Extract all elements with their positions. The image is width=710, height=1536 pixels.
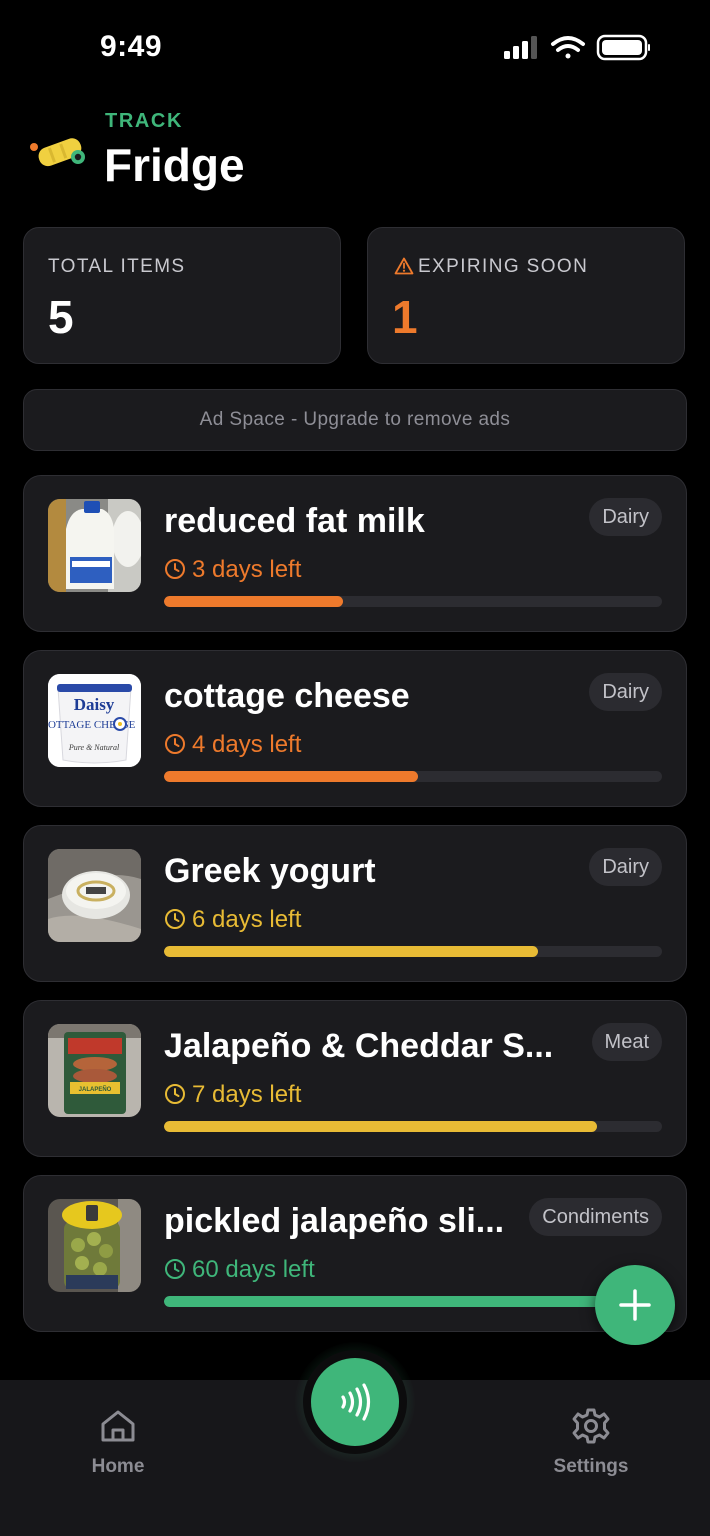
total-items-value: 5 [48,291,74,343]
status-bar: 9:49 [0,0,710,96]
sausage-pack-photo-icon: JALAPEÑO [48,1024,141,1117]
warning-icon [394,257,414,275]
progress-fill [164,596,344,607]
nav-settings[interactable]: Settings [541,1406,641,1478]
thumb-label-text: JALAPEÑO [79,1086,112,1093]
cottage-cheese-photo-icon: Daisy COTTAGE CHEESE Pure & Natural [48,674,141,767]
status-icons [504,34,650,61]
freshness-progress-bar [164,1121,662,1132]
progress-fill [164,771,418,782]
ad-banner[interactable]: Ad Space - Upgrade to remove ads [23,389,687,451]
category-badge: Dairy [589,498,662,536]
wifi-icon [551,36,585,59]
freshness-progress-bar [164,596,662,607]
clock-icon [165,559,185,579]
category-badge: Dairy [589,848,662,886]
add-item-button[interactable] [595,1265,675,1345]
progress-fill [164,1121,598,1132]
item-days-left: 60 days left [164,1256,315,1284]
nav-settings-label: Settings [553,1456,629,1477]
clock-icon [165,1259,185,1279]
app-logo-icon [30,138,85,167]
expiring-soon-label: EXPIRING SOON [418,256,589,277]
yogurt-tub-photo-icon [48,849,141,942]
clock-icon [165,734,185,754]
item-name: cottage cheese [164,677,410,715]
scan-nfc-button[interactable] [303,1350,407,1454]
freshness-progress-bar [164,946,662,957]
days-left-text: 7 days left [192,1081,302,1108]
days-left-text: 4 days left [192,731,302,758]
progress-fill [164,1296,648,1307]
nfc-icon [341,1383,371,1421]
item-days-left: 3 days left [164,556,301,584]
expiring-soon-value: 1 [392,291,418,343]
home-icon [101,1410,135,1442]
page-kicker: TRACK [105,110,183,132]
item-card[interactable]: Daisy COTTAGE CHEESE Pure & Natural cott… [23,650,687,807]
milk-jug-photo-icon [48,499,141,592]
nav-home-label: Home [91,1456,145,1477]
item-days-left: 7 days left [164,1081,301,1109]
freshness-progress-bar [164,1296,662,1307]
battery-icon [596,34,650,61]
freshness-progress-bar [164,771,662,782]
scan-button-face[interactable] [311,1358,399,1446]
signal-icon [504,36,537,59]
item-name: Jalapeño & Cheddar S... [164,1027,554,1065]
clock-icon [165,909,185,929]
nav-home[interactable]: Home [78,1406,158,1478]
days-left-text: 3 days left [192,556,302,583]
progress-fill [164,946,538,957]
item-days-left: 6 days left [164,906,301,934]
page-header: TRACK Fridge [28,106,688,196]
status-time: 9:49 [100,30,163,63]
expiring-soon-label-row: EXPIRING SOON [394,256,588,278]
clock-icon [165,1084,185,1104]
plus-icon [619,1289,651,1321]
jar-photo-icon [48,1199,141,1292]
thumb-brand-text: Daisy [74,695,115,714]
item-card[interactable]: reduced fat milk 3 days left Dairy [23,475,687,632]
thumb-tagline-text: Pure & Natural [68,743,120,752]
category-badge: Dairy [589,673,662,711]
page-title: Fridge [104,139,245,191]
item-card[interactable]: Greek yogurt 6 days left Dairy [23,825,687,982]
item-name: Greek yogurt [164,852,376,890]
days-left-text: 60 days left [192,1256,315,1283]
item-name: reduced fat milk [164,502,425,540]
total-items-label: TOTAL ITEMS [48,256,186,277]
total-items-card: TOTAL ITEMS 5 [23,227,341,364]
category-badge: Meat [591,1023,662,1061]
expiring-soon-card[interactable]: EXPIRING SOON 1 [367,227,685,364]
item-card[interactable]: JALAPEÑO Jalapeño & Cheddar S... 7 days … [23,1000,687,1157]
item-days-left: 4 days left [164,731,301,759]
days-left-text: 6 days left [192,906,302,933]
category-badge: Condiments [529,1198,662,1236]
gear-icon [572,1408,610,1444]
item-name: pickled jalapeño sli... [164,1202,505,1240]
item-card[interactable]: pickled jalapeño sli... 60 days left Con… [23,1175,687,1332]
